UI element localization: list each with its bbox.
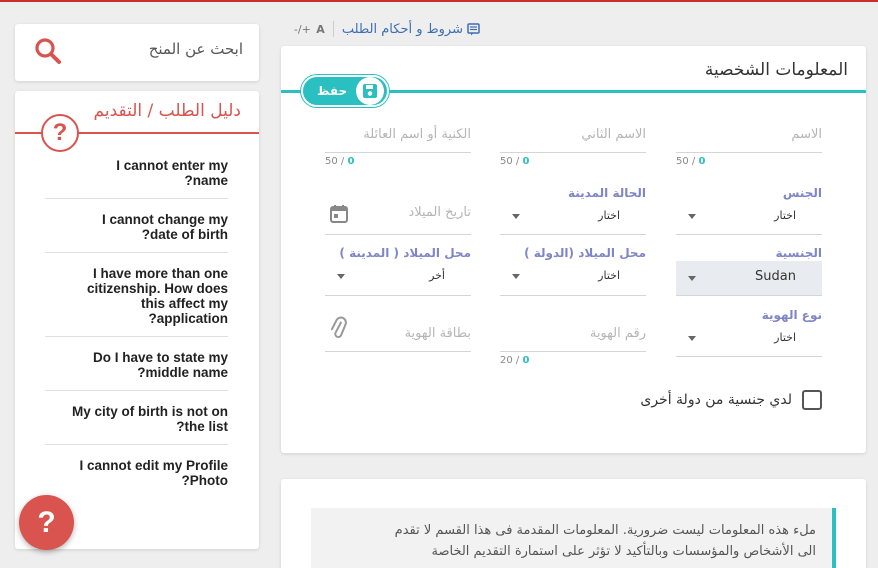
id-number-field[interactable]: رقم الهوية 20 / 0 (500, 326, 646, 370)
font-size-toggle[interactable]: -/+ (294, 23, 311, 36)
second-name-input[interactable]: الاسم الثاني (581, 127, 646, 142)
note-line: الى الأشخاص والمؤسسات وبالتأكيد لا تؤثر … (431, 544, 816, 559)
chevron-down-icon (688, 336, 696, 341)
font-size-control[interactable]: -/+ A (294, 23, 325, 36)
top-bar: شروط و أحكام الطلب -/+ A (276, 18, 480, 40)
nationality-select[interactable]: الجنسية Sudan (676, 246, 822, 296)
id-card-upload[interactable]: بطاقة الهوية (405, 326, 471, 341)
char-counter: 50 / 0 (676, 156, 706, 167)
gender-select[interactable]: الجنس اختار (676, 186, 822, 236)
family-name-field[interactable]: الكنية أو اسم العائلة 50 / 0 (325, 126, 471, 167)
id-type-select[interactable]: نوع الهوية اختار (676, 308, 822, 358)
faq-text: I cannot change my ?date of birth (101, 212, 228, 242)
save-button[interactable]: حفظ (301, 75, 389, 107)
help-button[interactable]: ? (19, 495, 74, 550)
info-note-card: ملء هذه المعلومات ليست ضرورية. المعلومات… (281, 479, 866, 568)
id-number-input[interactable]: رقم الهوية (590, 326, 646, 341)
birth-city-select[interactable]: محل الميلاد ( المدينة ) أخر (325, 246, 471, 296)
other-nationality-option[interactable]: لدي جنسية من دولة أخرى (640, 390, 822, 410)
save-icon (356, 77, 384, 105)
search-box[interactable]: ابحث عن المنح (15, 24, 259, 81)
first-name-field[interactable]: الاسم 50 / 0 (676, 126, 822, 167)
faq-text: I cannot edit my Profile ?Photo (79, 458, 228, 488)
note-line: ملء هذه المعلومات ليست ضرورية. المعلومات… (394, 523, 816, 538)
char-counter: 50 / 0 (325, 156, 355, 167)
faq-text: I cannot enter my ?name (116, 158, 228, 188)
terms-label: شروط و أحكام الطلب (341, 21, 463, 37)
nationality-value: Sudan (755, 269, 796, 284)
id-card-field[interactable]: بطاقة الهوية (325, 314, 471, 354)
first-name-input[interactable]: الاسم (791, 127, 822, 142)
divider (332, 21, 334, 37)
page-title: المعلومات الشخصية (704, 60, 848, 80)
id-type-label: نوع الهوية (761, 308, 822, 322)
faq-item[interactable]: I have more than one citizenship. How do… (45, 266, 228, 337)
document-icon (467, 22, 480, 35)
other-nationality-label: لدي جنسية من دولة أخرى (640, 392, 792, 408)
faq-item[interactable]: My city of birth is not on ?the list (45, 404, 228, 445)
font-size-icon: A (316, 22, 325, 36)
faq-text: My city of birth is not on ?the list (72, 404, 228, 434)
gender-value: اختار (774, 209, 796, 222)
nationality-label: الجنسية (775, 246, 822, 260)
chevron-down-icon (512, 274, 520, 279)
chevron-down-icon (688, 276, 696, 281)
question-icon: ? (41, 114, 79, 152)
info-note: ملء هذه المعلومات ليست ضرورية. المعلومات… (311, 508, 836, 568)
birth-country-value: اختار (598, 269, 620, 282)
terms-link[interactable]: شروط و أحكام الطلب (342, 22, 480, 37)
chevron-down-icon (512, 214, 520, 219)
faq-item[interactable]: I cannot change my ?date of birth (45, 212, 228, 253)
paperclip-icon[interactable] (329, 316, 349, 342)
chevron-down-icon (688, 214, 696, 219)
birth-city-value: أخر (429, 269, 445, 282)
chevron-down-icon (337, 274, 345, 279)
birth-country-label: محل الميلاد (الدولة ) (524, 246, 646, 260)
birth-date-field[interactable]: تاريخ الميلاد (325, 201, 471, 236)
faq-item[interactable]: Do I have to state my ?middle name (45, 350, 228, 391)
char-counter: 20 / 0 (500, 355, 530, 366)
search-label: ابحث عن المنح (148, 40, 243, 58)
guide-title: دليل الطلب / التقديم (93, 101, 241, 121)
birth-city-label: محل الميلاد ( المدينة ) (339, 246, 471, 260)
birth-date-input[interactable]: تاريخ الميلاد (408, 205, 471, 220)
char-counter: 50 / 0 (500, 156, 530, 167)
faq-text: I have more than one citizenship. How do… (86, 266, 228, 326)
application-guide: دليل الطلب / التقديم ? I cannot enter my… (15, 91, 259, 549)
faq-item[interactable]: I cannot edit my Profile ?Photo (45, 458, 228, 498)
civil-status-value: اختار (598, 209, 620, 222)
personal-info-card: المعلومات الشخصية حفظ الاسم 50 / 0 الاسم… (281, 46, 866, 453)
gender-label: الجنس (782, 186, 822, 200)
civil-status-select[interactable]: الحالة المدينة اختار (500, 186, 646, 236)
civil-status-label: الحالة المدينة (567, 186, 646, 200)
family-name-input[interactable]: الكنية أو اسم العائلة (363, 127, 471, 142)
faq-text: Do I have to state my ?middle name (92, 350, 228, 380)
other-nationality-checkbox[interactable] (802, 390, 822, 410)
faq-item[interactable]: I cannot enter my ?name (45, 158, 228, 199)
search-icon[interactable] (33, 36, 63, 66)
calendar-icon[interactable] (329, 204, 349, 224)
save-label: حفظ (317, 84, 348, 98)
birth-country-select[interactable]: محل الميلاد (الدولة ) اختار (500, 246, 646, 296)
id-type-value: اختار (774, 331, 796, 344)
second-name-field[interactable]: الاسم الثاني 50 / 0 (500, 126, 646, 167)
